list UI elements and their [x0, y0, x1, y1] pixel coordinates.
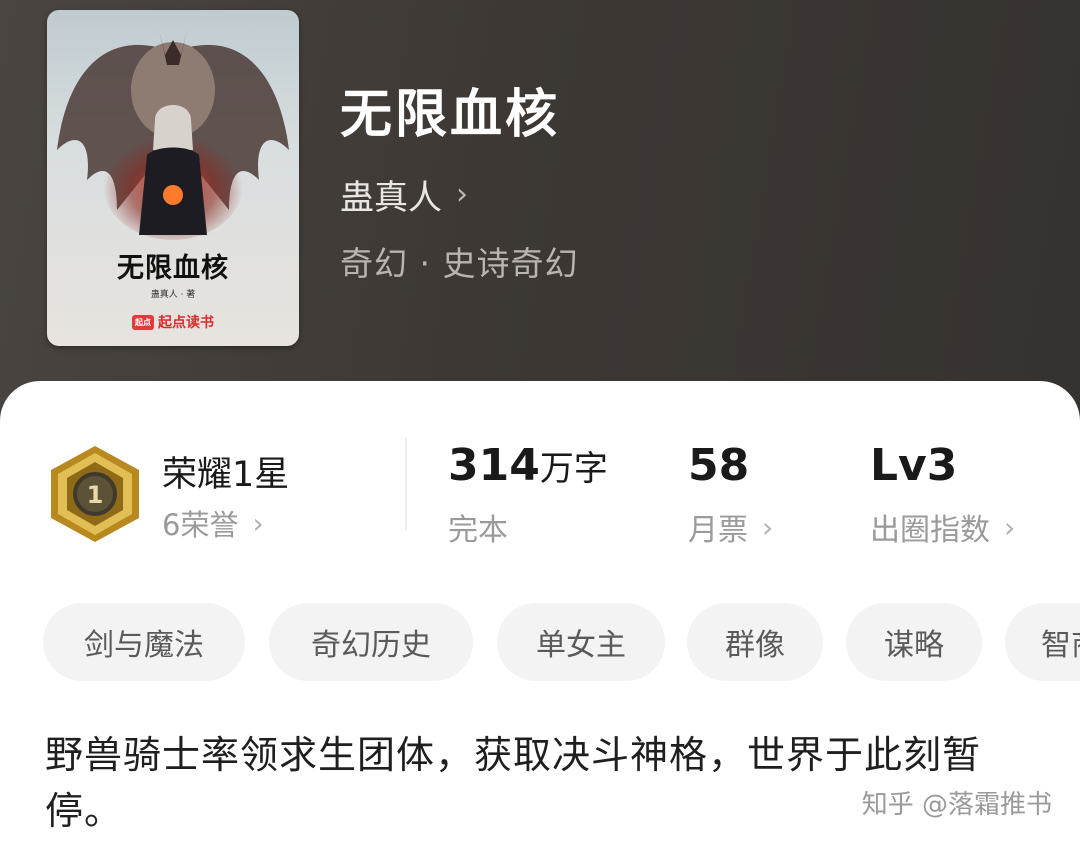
word-count: 314万字	[448, 440, 608, 491]
chevron-right-icon: ›	[1004, 510, 1016, 544]
book-genre: 奇幻 · 史诗奇幻	[340, 244, 579, 283]
tag-chip[interactable]: 单女主	[497, 603, 665, 681]
chevron-right-icon: ›	[762, 510, 774, 544]
tag-chip[interactable]: 谋略	[846, 603, 982, 681]
honor-link[interactable]: 6荣誉 ›	[162, 502, 264, 544]
honor-title: 荣耀1星	[162, 455, 290, 495]
completion-status: 完本	[448, 513, 508, 548]
book-cover[interactable]: 无限血核 蛊真人 · 著 起点 起点读书	[47, 10, 299, 346]
tag-chip[interactable]: 群像	[687, 603, 823, 681]
author-link[interactable]: 蛊真人 ›	[340, 170, 468, 219]
popularity-value: Lv3	[870, 440, 958, 491]
popularity-link[interactable]: 出圈指数 ›	[870, 505, 1015, 549]
author-name: 蛊真人	[340, 178, 442, 218]
honor-badge-icon: 1	[51, 446, 139, 542]
divider	[405, 438, 407, 530]
book-title: 无限血核	[340, 85, 561, 145]
tag-chip[interactable]: 剑与魔法	[43, 603, 245, 681]
honor-badge-number: 1	[87, 481, 104, 509]
cover-brand: 起点 起点读书	[47, 312, 299, 332]
cover-author: 蛊真人 · 著	[150, 290, 196, 300]
word-count-unit: 万字	[539, 449, 608, 489]
tag-list: 剑与魔法 奇幻历史 单女主 群像 谋略 智商	[43, 603, 1080, 681]
cover-brand-name: 起点读书	[158, 315, 214, 331]
watermark: 知乎 @落霜推书	[861, 790, 1052, 820]
monthly-votes-value: 58	[688, 440, 750, 491]
popularity-label: 出圈指数	[870, 513, 990, 548]
book-intro: 野兽骑士率领求生团体，获取决斗神格，世界于此刻暂停。	[45, 733, 982, 833]
brand-logo-icon: 起点	[132, 315, 154, 330]
cover-title: 无限血核	[117, 253, 229, 284]
monthly-votes-label: 月票	[688, 513, 748, 548]
word-count-value: 314	[448, 440, 540, 491]
monthly-votes-link[interactable]: 月票 ›	[688, 505, 773, 549]
tag-chip[interactable]: 奇幻历史	[269, 603, 473, 681]
honor-count: 6荣誉	[162, 508, 239, 542]
chevron-right-icon: ›	[252, 506, 264, 540]
tag-chip[interactable]: 智商	[1005, 603, 1080, 681]
chevron-right-icon: ›	[456, 177, 468, 212]
